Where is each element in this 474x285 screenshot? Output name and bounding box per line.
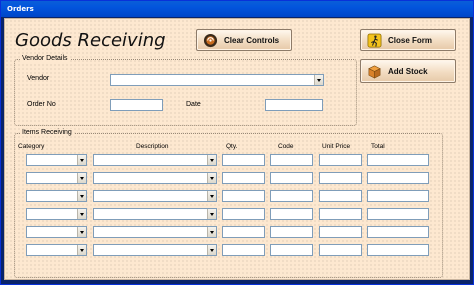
qty-field[interactable] — [222, 226, 265, 238]
date-field[interactable] — [265, 99, 323, 111]
total-field[interactable] — [367, 154, 429, 166]
add-stock-label: Add Stock — [388, 66, 428, 76]
description-select[interactable] — [93, 190, 217, 202]
chevron-down-icon[interactable] — [77, 245, 86, 255]
vendor-label: Vendor — [27, 75, 50, 82]
page-title: Goods Receiving — [15, 30, 166, 51]
chevron-down-icon[interactable] — [77, 191, 86, 201]
qty-field[interactable] — [222, 154, 265, 166]
category-select[interactable] — [26, 208, 87, 220]
total-field[interactable] — [367, 226, 429, 238]
code-field[interactable] — [270, 244, 313, 256]
category-select[interactable] — [26, 154, 87, 166]
column-header-category: Category — [18, 143, 45, 150]
qty-field[interactable] — [222, 244, 265, 256]
column-header-description: Description — [136, 143, 169, 150]
chevron-down-icon[interactable] — [207, 155, 216, 165]
qty-field[interactable] — [222, 208, 265, 220]
total-field[interactable] — [367, 190, 429, 202]
description-select[interactable] — [93, 208, 217, 220]
chevron-down-icon[interactable] — [77, 227, 86, 237]
clear-controls-button[interactable]: Clear Controls — [196, 29, 292, 51]
chevron-down-icon[interactable] — [207, 209, 216, 219]
code-field[interactable] — [270, 208, 313, 220]
items-receiving-group: Items Receiving Category Description Qty… — [14, 129, 443, 278]
category-select[interactable] — [26, 226, 87, 238]
items-receiving-label: Items Receiving — [20, 129, 74, 136]
add-stock-button[interactable]: Add Stock — [360, 59, 456, 83]
column-header-unit-price: Unit Price — [322, 143, 351, 150]
vendor-select[interactable] — [110, 74, 324, 86]
chevron-down-icon[interactable] — [207, 245, 216, 255]
close-form-button[interactable]: Close Form — [360, 29, 456, 51]
chevron-down-icon[interactable] — [314, 75, 323, 85]
code-field[interactable] — [270, 226, 313, 238]
unit-price-field[interactable] — [319, 226, 362, 238]
vendor-details-group: Vendor Details Vendor Order No Date — [14, 55, 357, 126]
code-field[interactable] — [270, 190, 313, 202]
chevron-down-icon[interactable] — [77, 209, 86, 219]
order-no-label: Order No — [27, 101, 56, 108]
window-title: Orders — [1, 1, 473, 17]
description-select[interactable] — [93, 172, 217, 184]
description-select[interactable] — [93, 154, 217, 166]
unit-price-field[interactable] — [319, 190, 362, 202]
clear-controls-label: Clear Controls — [224, 35, 280, 45]
description-select[interactable] — [93, 226, 217, 238]
chevron-down-icon[interactable] — [207, 191, 216, 201]
qty-field[interactable] — [222, 172, 265, 184]
clear-disc-icon — [203, 33, 218, 47]
column-header-qty: Qty. — [226, 143, 238, 150]
form-client-area: Goods Receiving Clear Controls Close For… — [4, 18, 470, 280]
date-label: Date — [186, 101, 201, 108]
unit-price-field[interactable] — [319, 154, 362, 166]
chevron-down-icon[interactable] — [77, 155, 86, 165]
unit-price-field[interactable] — [319, 244, 362, 256]
vendor-details-label: Vendor Details — [20, 55, 70, 62]
category-select[interactable] — [26, 244, 87, 256]
chevron-down-icon[interactable] — [77, 173, 86, 183]
exit-icon — [367, 33, 382, 47]
unit-price-field[interactable] — [319, 208, 362, 220]
chevron-down-icon[interactable] — [207, 173, 216, 183]
orders-window: Orders Goods Receiving Clear Controls Cl… — [0, 0, 474, 285]
qty-field[interactable] — [222, 190, 265, 202]
column-header-total: Total — [371, 143, 385, 150]
category-select[interactable] — [26, 172, 87, 184]
unit-price-field[interactable] — [319, 172, 362, 184]
total-field[interactable] — [367, 208, 429, 220]
code-field[interactable] — [270, 154, 313, 166]
box-icon — [368, 65, 381, 79]
close-form-label: Close Form — [388, 35, 433, 45]
column-header-code: Code — [278, 143, 294, 150]
total-field[interactable] — [367, 244, 429, 256]
chevron-down-icon[interactable] — [207, 227, 216, 237]
category-select[interactable] — [26, 190, 87, 202]
total-field[interactable] — [367, 172, 429, 184]
order-no-field[interactable] — [110, 99, 163, 111]
code-field[interactable] — [270, 172, 313, 184]
description-select[interactable] — [93, 244, 217, 256]
